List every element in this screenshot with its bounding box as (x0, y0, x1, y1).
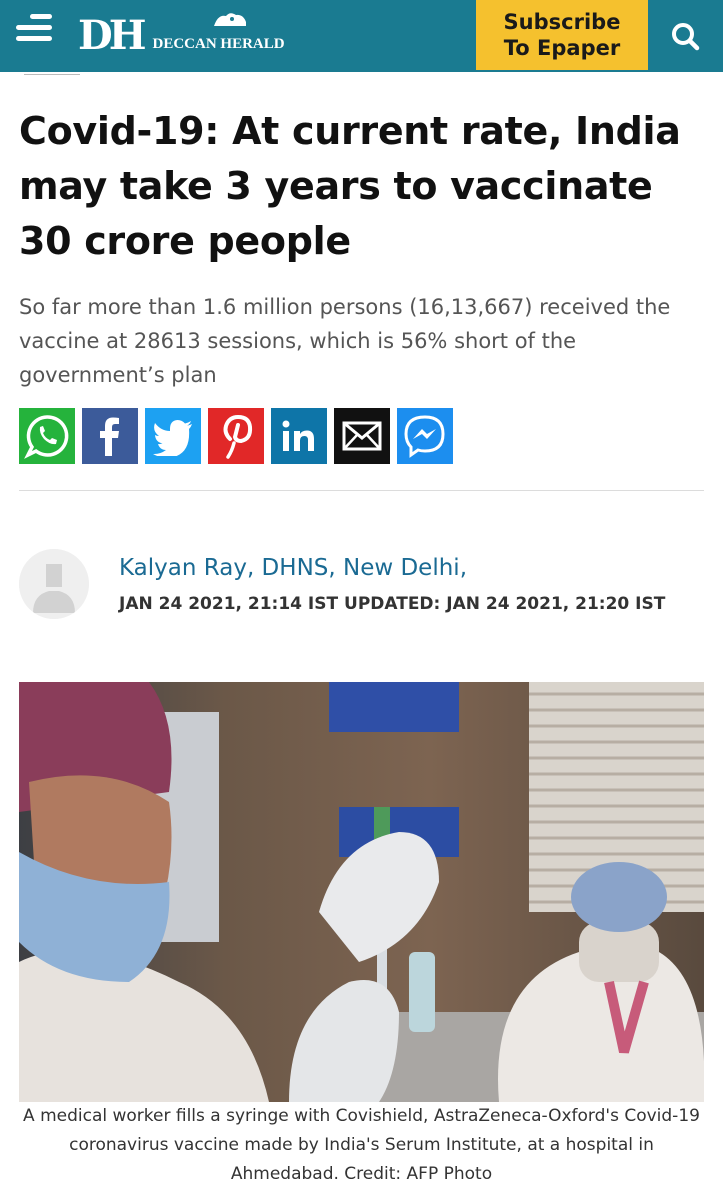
site-header: DH DECCAN HERALD Subscribe To Epaper (0, 0, 723, 72)
subscribe-line1: Subscribe (503, 10, 621, 34)
linkedin-icon (282, 420, 314, 451)
author-avatar (19, 549, 89, 619)
share-messenger-button[interactable] (397, 408, 453, 464)
logo-emblem-icon (214, 13, 246, 26)
facebook-icon (100, 417, 119, 456)
article-dates: JAN 24 2021, 21:14 IST UPDATED: JAN 24 2… (119, 594, 666, 614)
search-icon[interactable] (660, 14, 710, 58)
logo-name: DECCAN HERALD (152, 36, 285, 52)
site-logo[interactable]: DH DECCAN HERALD (78, 10, 285, 56)
breadcrumb-trace (24, 74, 80, 75)
user-placeholder-icon (19, 549, 89, 619)
share-whatsapp-button[interactable] (19, 408, 75, 464)
share-twitter-button[interactable] (145, 408, 201, 464)
author-byline[interactable]: Kalyan Ray, DHNS, New Delhi, (119, 555, 467, 581)
share-facebook-button[interactable] (82, 408, 138, 464)
share-linkedin-button[interactable] (271, 408, 327, 464)
share-pinterest-button[interactable] (208, 408, 264, 464)
messenger-icon (404, 415, 445, 458)
divider (19, 490, 704, 491)
logo-dh: DH (78, 12, 147, 59)
photo-caption: A medical worker fills a syringe with Co… (23, 1106, 700, 1184)
whatsapp-icon (24, 415, 69, 459)
article-photo-image (19, 682, 704, 1102)
article-photo (19, 682, 704, 1102)
article-headline: Covid-19: At current rate, India may tak… (19, 109, 681, 263)
subscribe-epaper-button[interactable]: Subscribe To Epaper (476, 0, 648, 70)
twitter-icon (153, 420, 192, 456)
subscribe-line2: To Epaper (503, 36, 621, 60)
pinterest-icon (223, 414, 253, 459)
email-icon (342, 421, 382, 451)
article-summary: So far more than 1.6 million persons (16… (19, 295, 671, 387)
share-bar (19, 408, 453, 464)
menu-icon[interactable] (16, 14, 58, 46)
share-email-button[interactable] (334, 408, 390, 464)
